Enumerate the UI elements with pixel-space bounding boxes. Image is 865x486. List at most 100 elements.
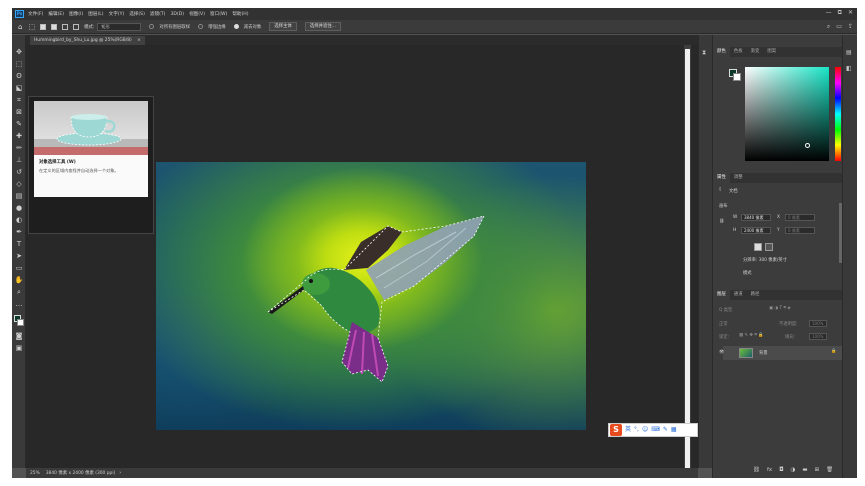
color-picker-field[interactable] <box>745 67 829 161</box>
menu-window[interactable]: 窗口(W) <box>210 11 227 17</box>
ime-toolbox-icon[interactable]: ▦ <box>671 424 677 436</box>
menu-edit[interactable]: 编辑(E) <box>48 11 64 17</box>
crop-tool-icon[interactable]: ⌗ <box>14 95 24 105</box>
mode-select[interactable]: 矩形 <box>97 22 142 31</box>
screen-mode-icon[interactable]: ▣ <box>14 343 24 353</box>
path-selection-icon[interactable]: ➤ <box>14 251 24 261</box>
history-brush-icon[interactable]: ↺ <box>14 167 24 177</box>
home-icon[interactable]: ⌂ <box>18 23 22 31</box>
object-selection-icon[interactable]: ⬕ <box>14 83 24 93</box>
eraser-icon[interactable]: ◇ <box>14 179 24 189</box>
select-subject-button[interactable]: 选择主体 <box>269 22 297 31</box>
adjustments-panel-icon[interactable]: ◧ <box>846 65 852 72</box>
document-tab[interactable]: Hummingbird_by_Shu_Lu.jpg @ 25%(RGB/8) × <box>30 36 145 45</box>
menu-layer[interactable]: 图层(L) <box>88 11 103 17</box>
layer-filter-icons[interactable]: ▣ ◑ T ⌗ ◈ <box>769 306 791 311</box>
menu-help[interactable]: 帮助(H) <box>232 11 248 17</box>
adjustment-layer-icon[interactable]: ◑ <box>791 467 796 473</box>
status-menu-arrow-icon[interactable]: › <box>119 470 121 476</box>
object-selection-tool-icon[interactable]: ⬚ <box>28 23 35 31</box>
select-and-mask-button[interactable]: 选择并遮住... <box>304 22 341 31</box>
background-color-swatch[interactable] <box>17 319 24 326</box>
clone-stamp-icon[interactable]: ⊥ <box>14 155 24 165</box>
height-field[interactable]: 2400 像素 <box>741 227 771 234</box>
hand-tool-icon[interactable]: ✋ <box>14 275 24 285</box>
share-icon[interactable]: ⇪ <box>848 23 853 31</box>
sample-all-layers-checkbox[interactable] <box>149 24 155 29</box>
more-tools-icon[interactable]: … <box>14 299 24 309</box>
menu-file[interactable]: 文件(F) <box>28 11 43 17</box>
menu-filter[interactable]: 滤镜(T) <box>150 11 166 17</box>
close-button[interactable]: ✕ <box>848 9 853 17</box>
blur-tool-icon[interactable]: ● <box>14 203 24 213</box>
blend-mode-select[interactable]: 正常 <box>719 321 728 327</box>
hummingbird-image[interactable] <box>156 162 586 430</box>
layer-filter-select[interactable]: Q 类型 <box>719 307 732 313</box>
ime-punctuation-icon[interactable]: °, <box>634 424 639 436</box>
gradient-tool-icon[interactable]: ▤ <box>14 191 24 201</box>
portrait-orientation-button[interactable] <box>754 243 762 251</box>
menu-3d[interactable]: 3D(D) <box>170 12 184 17</box>
zoom-tool-icon[interactable]: ⌕ <box>14 287 24 297</box>
opacity-field[interactable]: 100% <box>809 320 827 327</box>
landscape-orientation-button[interactable] <box>765 243 773 251</box>
fill-field[interactable]: 100% <box>809 333 827 340</box>
minimize-button[interactable]: — <box>826 9 832 17</box>
canvas-vertical-scrollbar[interactable] <box>684 45 691 469</box>
type-tool-icon[interactable]: T <box>14 239 24 249</box>
tab-paths[interactable]: 路径 <box>747 290 764 300</box>
tab-layers[interactable]: 图层 <box>713 290 730 300</box>
menu-view[interactable]: 视图(V) <box>189 11 205 17</box>
width-field[interactable]: 3840 像素 <box>741 214 771 221</box>
color-picker-cursor[interactable] <box>805 143 810 148</box>
ime-keyboard-icon[interactable]: ⌨ <box>651 424 660 436</box>
tab-swatches[interactable]: 色板 <box>730 47 747 57</box>
layer-style-icon[interactable]: fx <box>767 467 772 473</box>
visibility-eye-icon[interactable]: 👁 <box>719 350 724 355</box>
menu-select[interactable]: 选择(S) <box>129 11 145 17</box>
frame-tool-icon[interactable]: ⊠ <box>14 107 24 117</box>
search-icon[interactable]: ⌕ <box>827 23 830 31</box>
tab-properties[interactable]: 属性 <box>713 173 730 183</box>
subtract-target-checkbox[interactable] <box>233 24 239 29</box>
x-field[interactable]: 0 像素 <box>785 214 815 221</box>
panel-background-swatch[interactable] <box>733 73 741 81</box>
tab-adjustments[interactable]: 调整 <box>730 173 747 183</box>
libraries-panel-icon[interactable]: ▤ <box>846 49 852 56</box>
enhance-edge-checkbox[interactable] <box>198 24 204 29</box>
menu-type[interactable]: 文字(Y) <box>109 11 125 17</box>
tab-channels[interactable]: 通道 <box>730 290 747 300</box>
canvas-section-header[interactable]: 画布 <box>719 203 728 209</box>
add-selection-icon[interactable] <box>51 23 58 30</box>
hue-slider[interactable] <box>835 67 841 161</box>
lock-icons[interactable]: ▦ ✎ ✥ ⌗ 🔒 <box>739 333 764 338</box>
tab-gradients[interactable]: 渐变 <box>747 47 764 57</box>
intersect-selection-icon[interactable] <box>73 23 80 30</box>
dodge-tool-icon[interactable]: ◐ <box>14 215 24 225</box>
lasso-tool-icon[interactable]: ʘ <box>14 71 24 81</box>
link-layers-icon[interactable]: ⛓ <box>753 467 760 473</box>
shape-tool-icon[interactable]: ▭ <box>14 263 24 273</box>
y-field[interactable]: 0 像素 <box>785 227 815 234</box>
ime-handwriting-icon[interactable]: ✎ <box>663 424 668 436</box>
tab-patterns[interactable]: 图案 <box>763 47 780 57</box>
document-tab-close-icon[interactable]: × <box>137 38 141 43</box>
pen-tool-icon[interactable]: ✒ <box>14 227 24 237</box>
add-mask-icon[interactable]: ◘ <box>779 467 783 473</box>
history-panel-icon[interactable]: ⧗ <box>702 49 706 57</box>
menu-image[interactable]: 图像(I) <box>69 11 83 17</box>
ime-language-toggle[interactable]: 英 <box>625 424 631 436</box>
healing-brush-icon[interactable]: ✚ <box>14 131 24 141</box>
subtract-selection-icon[interactable] <box>62 23 69 30</box>
layer-row-background[interactable]: 👁 背景 🔒 <box>719 346 843 360</box>
new-group-icon[interactable]: ▬ <box>802 467 807 473</box>
new-selection-icon[interactable] <box>40 23 47 30</box>
zoom-level[interactable]: 25% <box>30 471 40 476</box>
restore-button[interactable]: ⧉ <box>838 9 842 17</box>
quick-mask-icon[interactable]: ◙ <box>14 331 24 341</box>
brush-tool-icon[interactable]: ✏ <box>14 143 24 153</box>
workspace-icon[interactable]: ▭ <box>836 23 842 31</box>
marquee-tool-icon[interactable]: ⬚ <box>14 59 24 69</box>
link-dimensions-icon[interactable]: ⛓ <box>719 219 724 224</box>
tab-color[interactable]: 颜色 <box>713 47 730 57</box>
